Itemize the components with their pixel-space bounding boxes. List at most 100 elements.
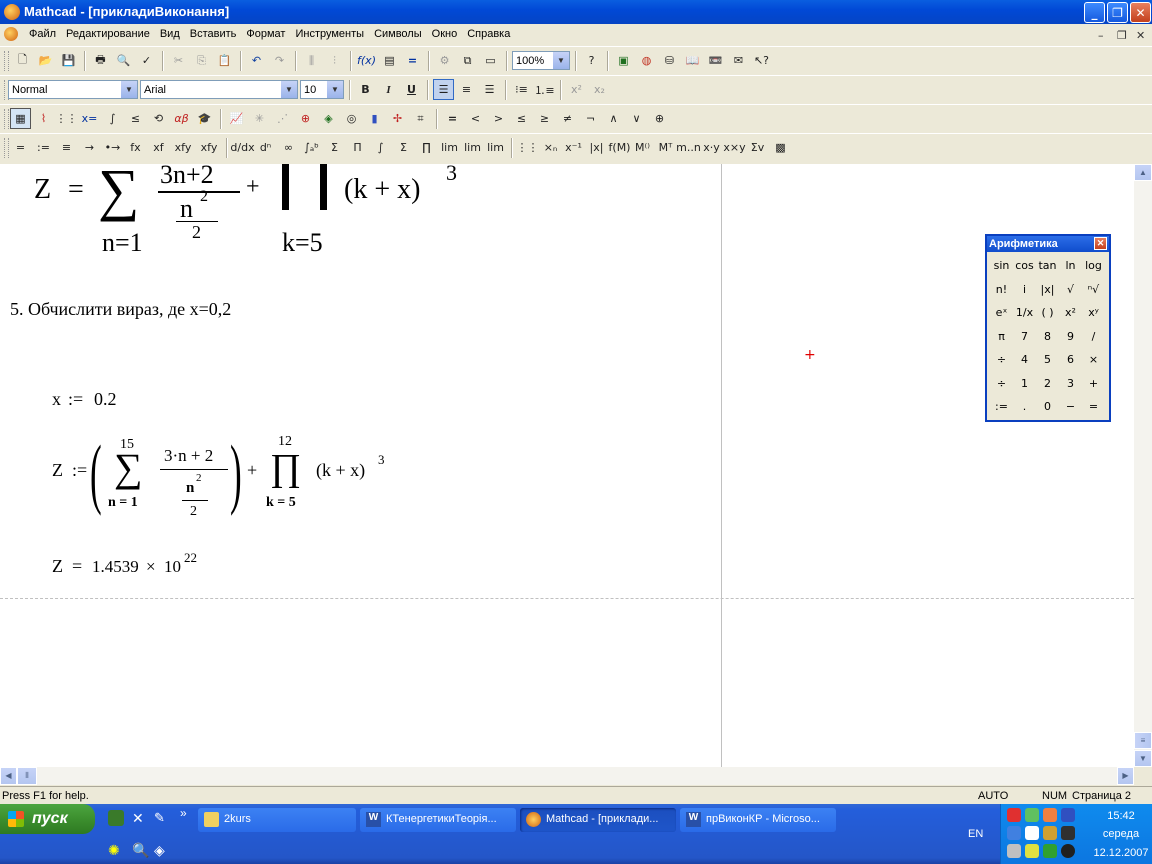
insert-component-icon[interactable]: ⚙ (434, 50, 455, 71)
surface-plot-icon[interactable]: ⋰ (272, 108, 293, 129)
close-button[interactable]: ✕ (1130, 2, 1151, 23)
eval-equals[interactable]: = (10, 137, 31, 158)
palette-button[interactable]: π (990, 325, 1013, 349)
menu-insert[interactable]: Вставить (185, 28, 242, 40)
range-sum-icon[interactable]: Σ (324, 137, 345, 158)
column-icon[interactable]: M⁽⁾ (632, 137, 653, 158)
op-not-equal[interactable]: ≠ (557, 108, 578, 129)
bullets-icon[interactable]: ⁝≡ (511, 79, 532, 100)
align-center-icon[interactable]: ≡ (456, 79, 477, 100)
graph-palette-icon[interactable]: ⌇ (33, 108, 54, 129)
menu-view[interactable]: Вид (155, 28, 185, 40)
insert-hyperlink-icon[interactable]: ⧉ (457, 50, 478, 71)
task-mathcad[interactable]: Mathcad - [приклади... (520, 808, 676, 832)
menu-symbols[interactable]: Символы (369, 28, 427, 40)
document-icon[interactable] (4, 27, 18, 41)
menu-help[interactable]: Справка (462, 28, 515, 40)
tray-eye-icon[interactable] (1061, 808, 1075, 822)
menu-tools[interactable]: Инструменты (290, 28, 369, 40)
font-select[interactable]: Arial ▼ (140, 80, 298, 99)
redo-icon[interactable]: ↷ (269, 50, 290, 71)
palette-button[interactable]: := (990, 395, 1013, 419)
evaluation-palette-icon[interactable]: x= (79, 108, 100, 129)
palette-button[interactable]: . (1013, 395, 1036, 419)
tray-disk-icon[interactable] (1061, 844, 1075, 858)
inverse-icon[interactable]: x⁻¹ (563, 137, 584, 158)
contour-plot-icon[interactable]: ⊕ (295, 108, 316, 129)
align-left-icon[interactable]: ☰ (433, 79, 454, 100)
vector-sum-icon[interactable]: Σv (747, 137, 768, 158)
indefinite-integral-icon[interactable]: ∫ (370, 137, 391, 158)
palette-button[interactable]: = (1082, 395, 1105, 419)
nth-derivative-icon[interactable]: dⁿ (255, 137, 276, 158)
palette-button[interactable]: 9 (1059, 325, 1082, 349)
op-not[interactable]: ¬ (580, 108, 601, 129)
menu-edit[interactable]: Редактирование (61, 28, 155, 40)
subscript-index-icon[interactable]: ×ₙ (540, 137, 561, 158)
quicklaunch-tool-icon[interactable]: ✕ (132, 810, 148, 826)
doc-minimize-button[interactable]: – (1098, 29, 1104, 42)
op-or[interactable]: ∨ (626, 108, 647, 129)
horizontal-scrollbar[interactable]: ◀ ⦀ ▶ (0, 767, 1134, 785)
tray-alert-icon[interactable] (1007, 808, 1021, 822)
electronic-books-icon[interactable]: 📖 (682, 50, 703, 71)
tray-tool-icon[interactable] (1007, 844, 1021, 858)
clock-time[interactable]: 15:42 (1091, 810, 1151, 822)
vertical-scroll-thumb[interactable]: ≡ (1134, 732, 1152, 749)
eval-define[interactable]: := (33, 137, 54, 158)
derivative-icon[interactable]: d/dx (230, 137, 254, 158)
quicklaunch-sun-icon[interactable]: ✺ (108, 842, 124, 858)
save-disk-icon[interactable]: 💾 (58, 50, 79, 71)
restore-button[interactable]: ❐ (1107, 2, 1128, 23)
insert-region-icon[interactable]: ▭ (480, 50, 501, 71)
palette-button[interactable]: 7 (1013, 325, 1036, 349)
insert-function-icon[interactable]: f(x) (356, 50, 377, 71)
collaboratory-icon[interactable]: ⛁ (659, 50, 680, 71)
record-icon[interactable]: 📼 (705, 50, 726, 71)
op-less-than[interactable]: < (465, 108, 486, 129)
palette-close-icon[interactable]: ✕ (1094, 237, 1107, 250)
definite-integral-icon[interactable]: ∫ₐᵇ (301, 137, 322, 158)
tray-update-icon[interactable] (1043, 844, 1057, 858)
range-variable-icon[interactable]: m..n (676, 137, 701, 158)
right-limit-icon[interactable]: lim (462, 137, 483, 158)
tray-network-icon[interactable] (1025, 808, 1039, 822)
language-indicator[interactable]: EN (968, 828, 983, 840)
palette-button[interactable]: xʸ (1082, 301, 1105, 325)
palette-button[interactable]: tan (1036, 254, 1059, 278)
summation-icon[interactable]: Σ (393, 137, 414, 158)
op-equal-bold[interactable]: = (442, 108, 463, 129)
greek-palette-icon[interactable]: αβ (171, 108, 192, 129)
palette-button[interactable]: √ (1059, 278, 1082, 302)
palette-button[interactable]: x² (1059, 301, 1082, 325)
calculus-palette-icon[interactable]: ∫ (102, 108, 123, 129)
transpose-icon[interactable]: Mᵀ (655, 137, 676, 158)
palette-button[interactable]: sin (990, 254, 1013, 278)
palette-button[interactable]: cos (1013, 254, 1036, 278)
numbering-icon[interactable]: ⒈≡ (534, 79, 555, 100)
eval-keyword-symbolic[interactable]: •→ (102, 137, 123, 158)
mathcad-app-icon[interactable] (4, 4, 20, 20)
quicklaunch-app-icon[interactable] (108, 810, 124, 826)
copy-icon[interactable]: ⎘ (191, 50, 212, 71)
zoom-select[interactable]: 100% ▼ (512, 51, 570, 70)
palette-button[interactable]: 4 (1013, 348, 1036, 372)
align-down-icon[interactable]: ⫶ (324, 50, 345, 71)
palette-button[interactable]: 8 (1036, 325, 1059, 349)
undo-icon[interactable]: ↶ (246, 50, 267, 71)
eval-postfix-operator[interactable]: xf (148, 137, 169, 158)
menu-window[interactable]: Окно (427, 28, 463, 40)
quicklaunch-chevron-icon[interactable]: » (180, 806, 187, 820)
boolean-palette-icon[interactable]: ≤ (125, 108, 146, 129)
tray-app-icon[interactable] (1043, 808, 1057, 822)
superscript-icon[interactable]: x² (566, 79, 587, 100)
context-help-icon[interactable]: ↖? (751, 50, 772, 71)
scroll-up-icon[interactable]: ▲ (1134, 164, 1152, 181)
print-icon[interactable]: 🖶 (90, 50, 111, 71)
print-preview-icon[interactable]: 🔍 (113, 50, 134, 71)
palette-button[interactable]: 5 (1036, 348, 1059, 372)
palette-button[interactable]: 1/x (1013, 301, 1036, 325)
chevron-down-icon[interactable]: ▼ (327, 81, 343, 98)
palette-button[interactable]: × (1082, 348, 1105, 372)
resource-center-icon[interactable]: ▣ (613, 50, 634, 71)
